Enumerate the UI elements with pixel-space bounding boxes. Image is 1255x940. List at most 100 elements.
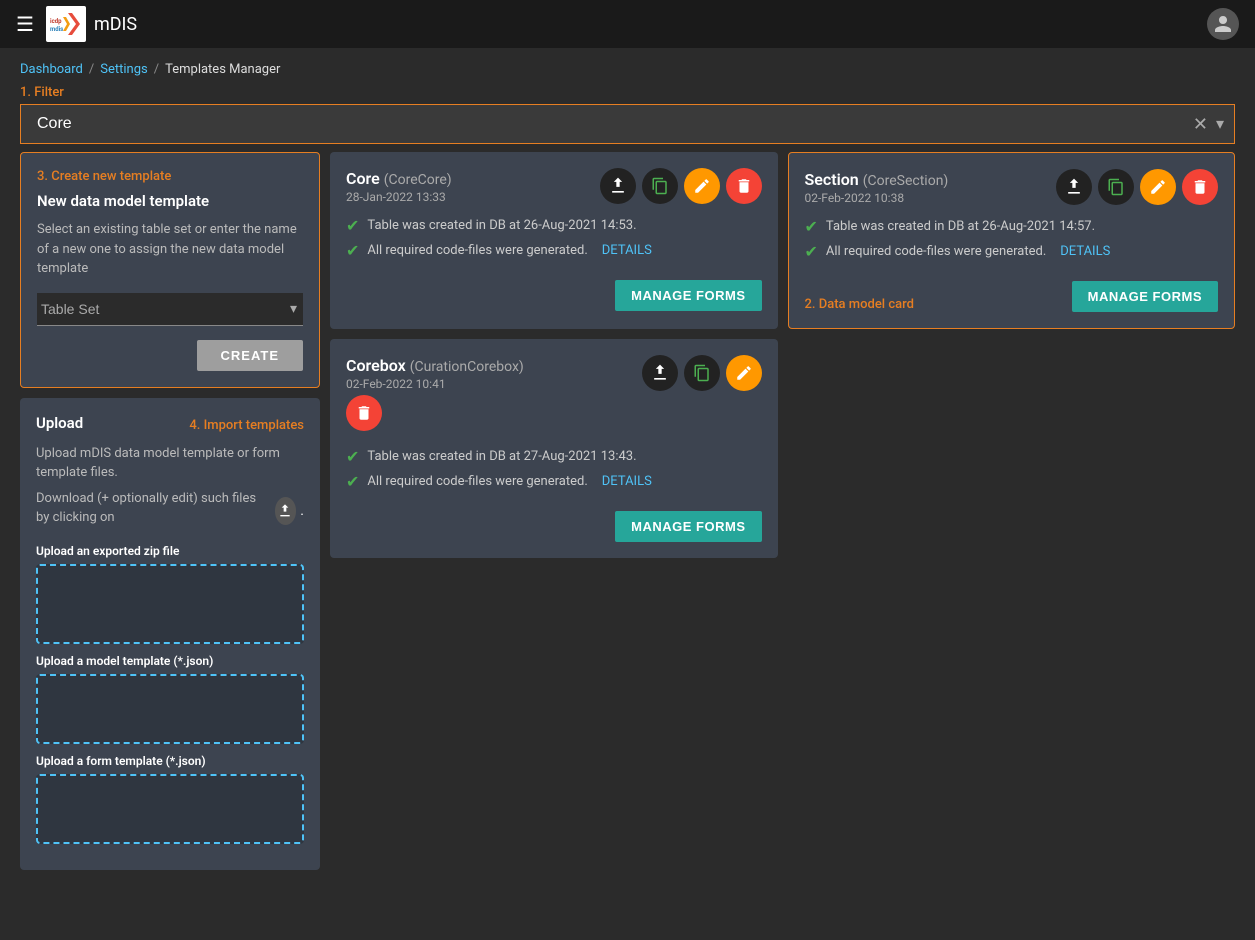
status-row1-corebox: ✔ Table was created in DB at 27-Aug-2021… (346, 447, 762, 466)
upload-suffix: . (300, 503, 304, 519)
status-row1-section: ✔ Table was created in DB at 26-Aug-2021… (805, 217, 1219, 236)
download-btn-corebox[interactable] (642, 355, 678, 391)
download-icon (275, 497, 297, 525)
cards-area: Core (CoreCore) 28-Jan-2022 13:33 (330, 152, 1235, 920)
status-section-core: ✔ Table was created in DB at 26-Aug-2021… (346, 216, 762, 260)
create-button[interactable]: CREATE (197, 340, 303, 371)
filter-section: 1. Filter ✕ ▾ (20, 85, 1235, 144)
logo-area: icdp mdis mDIS (46, 6, 137, 42)
filter-dropdown-button[interactable]: ▾ (1216, 114, 1224, 134)
filter-actions: ✕ ▾ (1193, 114, 1224, 134)
details-link-corebox[interactable]: DETAILS (602, 474, 652, 489)
topnav: ☰ icdp mdis mDIS (0, 0, 1255, 48)
card-title-core: Core (CoreCore) (346, 169, 600, 188)
user-avatar[interactable] (1207, 8, 1239, 40)
details-link-section[interactable]: DETAILS (1060, 244, 1110, 259)
delete-btn-corebox[interactable] (346, 395, 382, 431)
breadcrumb-current: Templates Manager (165, 62, 280, 77)
copy-btn-core[interactable] (642, 168, 678, 204)
upload-zip-droparea[interactable] (36, 564, 304, 644)
check-icon2-core: ✔ (346, 241, 359, 260)
create-template-description: Select an existing table set or enter th… (37, 220, 303, 279)
card-date-corebox: 02-Feb-2022 10:41 (346, 377, 642, 391)
template-card-core: Core (CoreCore) 28-Jan-2022 13:33 (330, 152, 778, 329)
table-set-select[interactable]: Table Set (37, 293, 303, 326)
card-subtitle-section: (CoreSection) (863, 173, 949, 189)
delete-btn-section[interactable] (1182, 169, 1218, 205)
breadcrumb-sep1: / (89, 62, 94, 77)
details-link-core[interactable]: DETAILS (602, 243, 652, 258)
upload-model-droparea[interactable] (36, 674, 304, 744)
card-footer-corebox: MANAGE FORMS (346, 511, 762, 542)
logo: icdp mdis (46, 6, 86, 42)
manage-forms-btn-corebox[interactable]: MANAGE FORMS (615, 511, 761, 542)
svg-text:mdis: mdis (50, 26, 63, 33)
breadcrumb: Dashboard / Settings / Templates Manager (0, 48, 1255, 85)
status-text2-corebox: All required code-files were generated. (367, 474, 587, 489)
import-templates-label: 4. Import templates (189, 418, 304, 433)
upload-model-label: Upload a model template (*.json) (36, 654, 304, 668)
card-title-block-corebox: Corebox (CurationCorebox) 02-Feb-2022 10… (346, 356, 642, 391)
table-set-select-wrap: Table Set ▾ (37, 293, 303, 326)
create-template-label: 3. Create new template (37, 169, 303, 184)
check-icon2-section: ✔ (805, 242, 818, 261)
card-actions-section (1056, 169, 1218, 205)
copy-btn-corebox[interactable] (684, 355, 720, 391)
check-icon1-section: ✔ (805, 217, 818, 236)
upload-form-droparea[interactable] (36, 774, 304, 844)
upload-title: Upload (36, 414, 83, 432)
card-title-block-core: Core (CoreCore) 28-Jan-2022 13:33 (346, 169, 600, 204)
edit-btn-section[interactable] (1140, 169, 1176, 205)
template-card-corebox: Corebox (CurationCorebox) 02-Feb-2022 10… (330, 339, 778, 558)
download-btn-section[interactable] (1056, 169, 1092, 205)
status-section-corebox: ✔ Table was created in DB at 27-Aug-2021… (346, 447, 762, 491)
card-subtitle-corebox: (CurationCorebox) (410, 359, 524, 375)
status-text1-core: Table was created in DB at 26-Aug-2021 1… (367, 218, 636, 233)
status-text1-section: Table was created in DB at 26-Aug-2021 1… (826, 219, 1095, 234)
status-row2-section: ✔ All required code-files were generated… (805, 242, 1219, 261)
upload-zip-label: Upload an exported zip file (36, 544, 304, 558)
upload-description2: Download (+ optionally edit) such files … (36, 489, 271, 528)
data-model-card-label: 2. Data model card (805, 297, 914, 312)
upload-inline: Download (+ optionally edit) such files … (36, 489, 304, 534)
card-actions-corebox (642, 355, 762, 391)
status-text2-core: All required code-files were generated. (367, 243, 587, 258)
main-layout: 3. Create new template New data model te… (0, 152, 1255, 940)
card-header-section: Section (CoreSection) 02-Feb-2022 10:38 (805, 169, 1219, 205)
status-text1-corebox: Table was created in DB at 27-Aug-2021 1… (367, 449, 636, 464)
status-section-section: ✔ Table was created in DB at 26-Aug-2021… (805, 217, 1219, 261)
card-date-section: 02-Feb-2022 10:38 (805, 191, 1057, 205)
manage-forms-btn-core[interactable]: MANAGE FORMS (615, 280, 761, 311)
svg-text:icdp: icdp (50, 18, 62, 25)
card-subtitle-core: (CoreCore) (384, 172, 452, 188)
filter-clear-button[interactable]: ✕ (1193, 115, 1208, 133)
copy-btn-section[interactable] (1098, 169, 1134, 205)
app-title: mDIS (94, 14, 137, 35)
breadcrumb-settings[interactable]: Settings (100, 62, 147, 77)
delete-btn-core[interactable] (726, 168, 762, 204)
status-row1-core: ✔ Table was created in DB at 26-Aug-2021… (346, 216, 762, 235)
menu-icon[interactable]: ☰ (16, 12, 34, 36)
card-title-section: Section (CoreSection) (805, 170, 1057, 189)
download-btn-core[interactable] (600, 168, 636, 204)
card-title-corebox: Corebox (CurationCorebox) (346, 356, 642, 375)
upload-card: Upload 4. Import templates Upload mDIS d… (20, 398, 320, 870)
card-header-core: Core (CoreCore) 28-Jan-2022 13:33 (346, 168, 762, 204)
check-icon1-corebox: ✔ (346, 447, 359, 466)
edit-btn-core[interactable] (684, 168, 720, 204)
check-icon2-corebox: ✔ (346, 472, 359, 491)
upload-form-label: Upload a form template (*.json) (36, 754, 304, 768)
edit-btn-corebox[interactable] (726, 355, 762, 391)
card-actions-core (600, 168, 762, 204)
sidebar: 3. Create new template New data model te… (20, 152, 330, 920)
breadcrumb-dashboard[interactable]: Dashboard (20, 62, 83, 77)
create-template-title: New data model template (37, 192, 303, 210)
breadcrumb-sep2: / (154, 62, 159, 77)
manage-forms-btn-section[interactable]: MANAGE FORMS (1072, 281, 1218, 312)
status-text2-section: All required code-files were generated. (826, 244, 1046, 259)
filter-input[interactable] (31, 105, 1193, 143)
template-card-section: Section (CoreSection) 02-Feb-2022 10:38 (788, 152, 1236, 329)
upload-description1: Upload mDIS data model template or form … (36, 444, 304, 483)
card-title-block-section: Section (CoreSection) 02-Feb-2022 10:38 (805, 170, 1057, 205)
check-icon1-core: ✔ (346, 216, 359, 235)
